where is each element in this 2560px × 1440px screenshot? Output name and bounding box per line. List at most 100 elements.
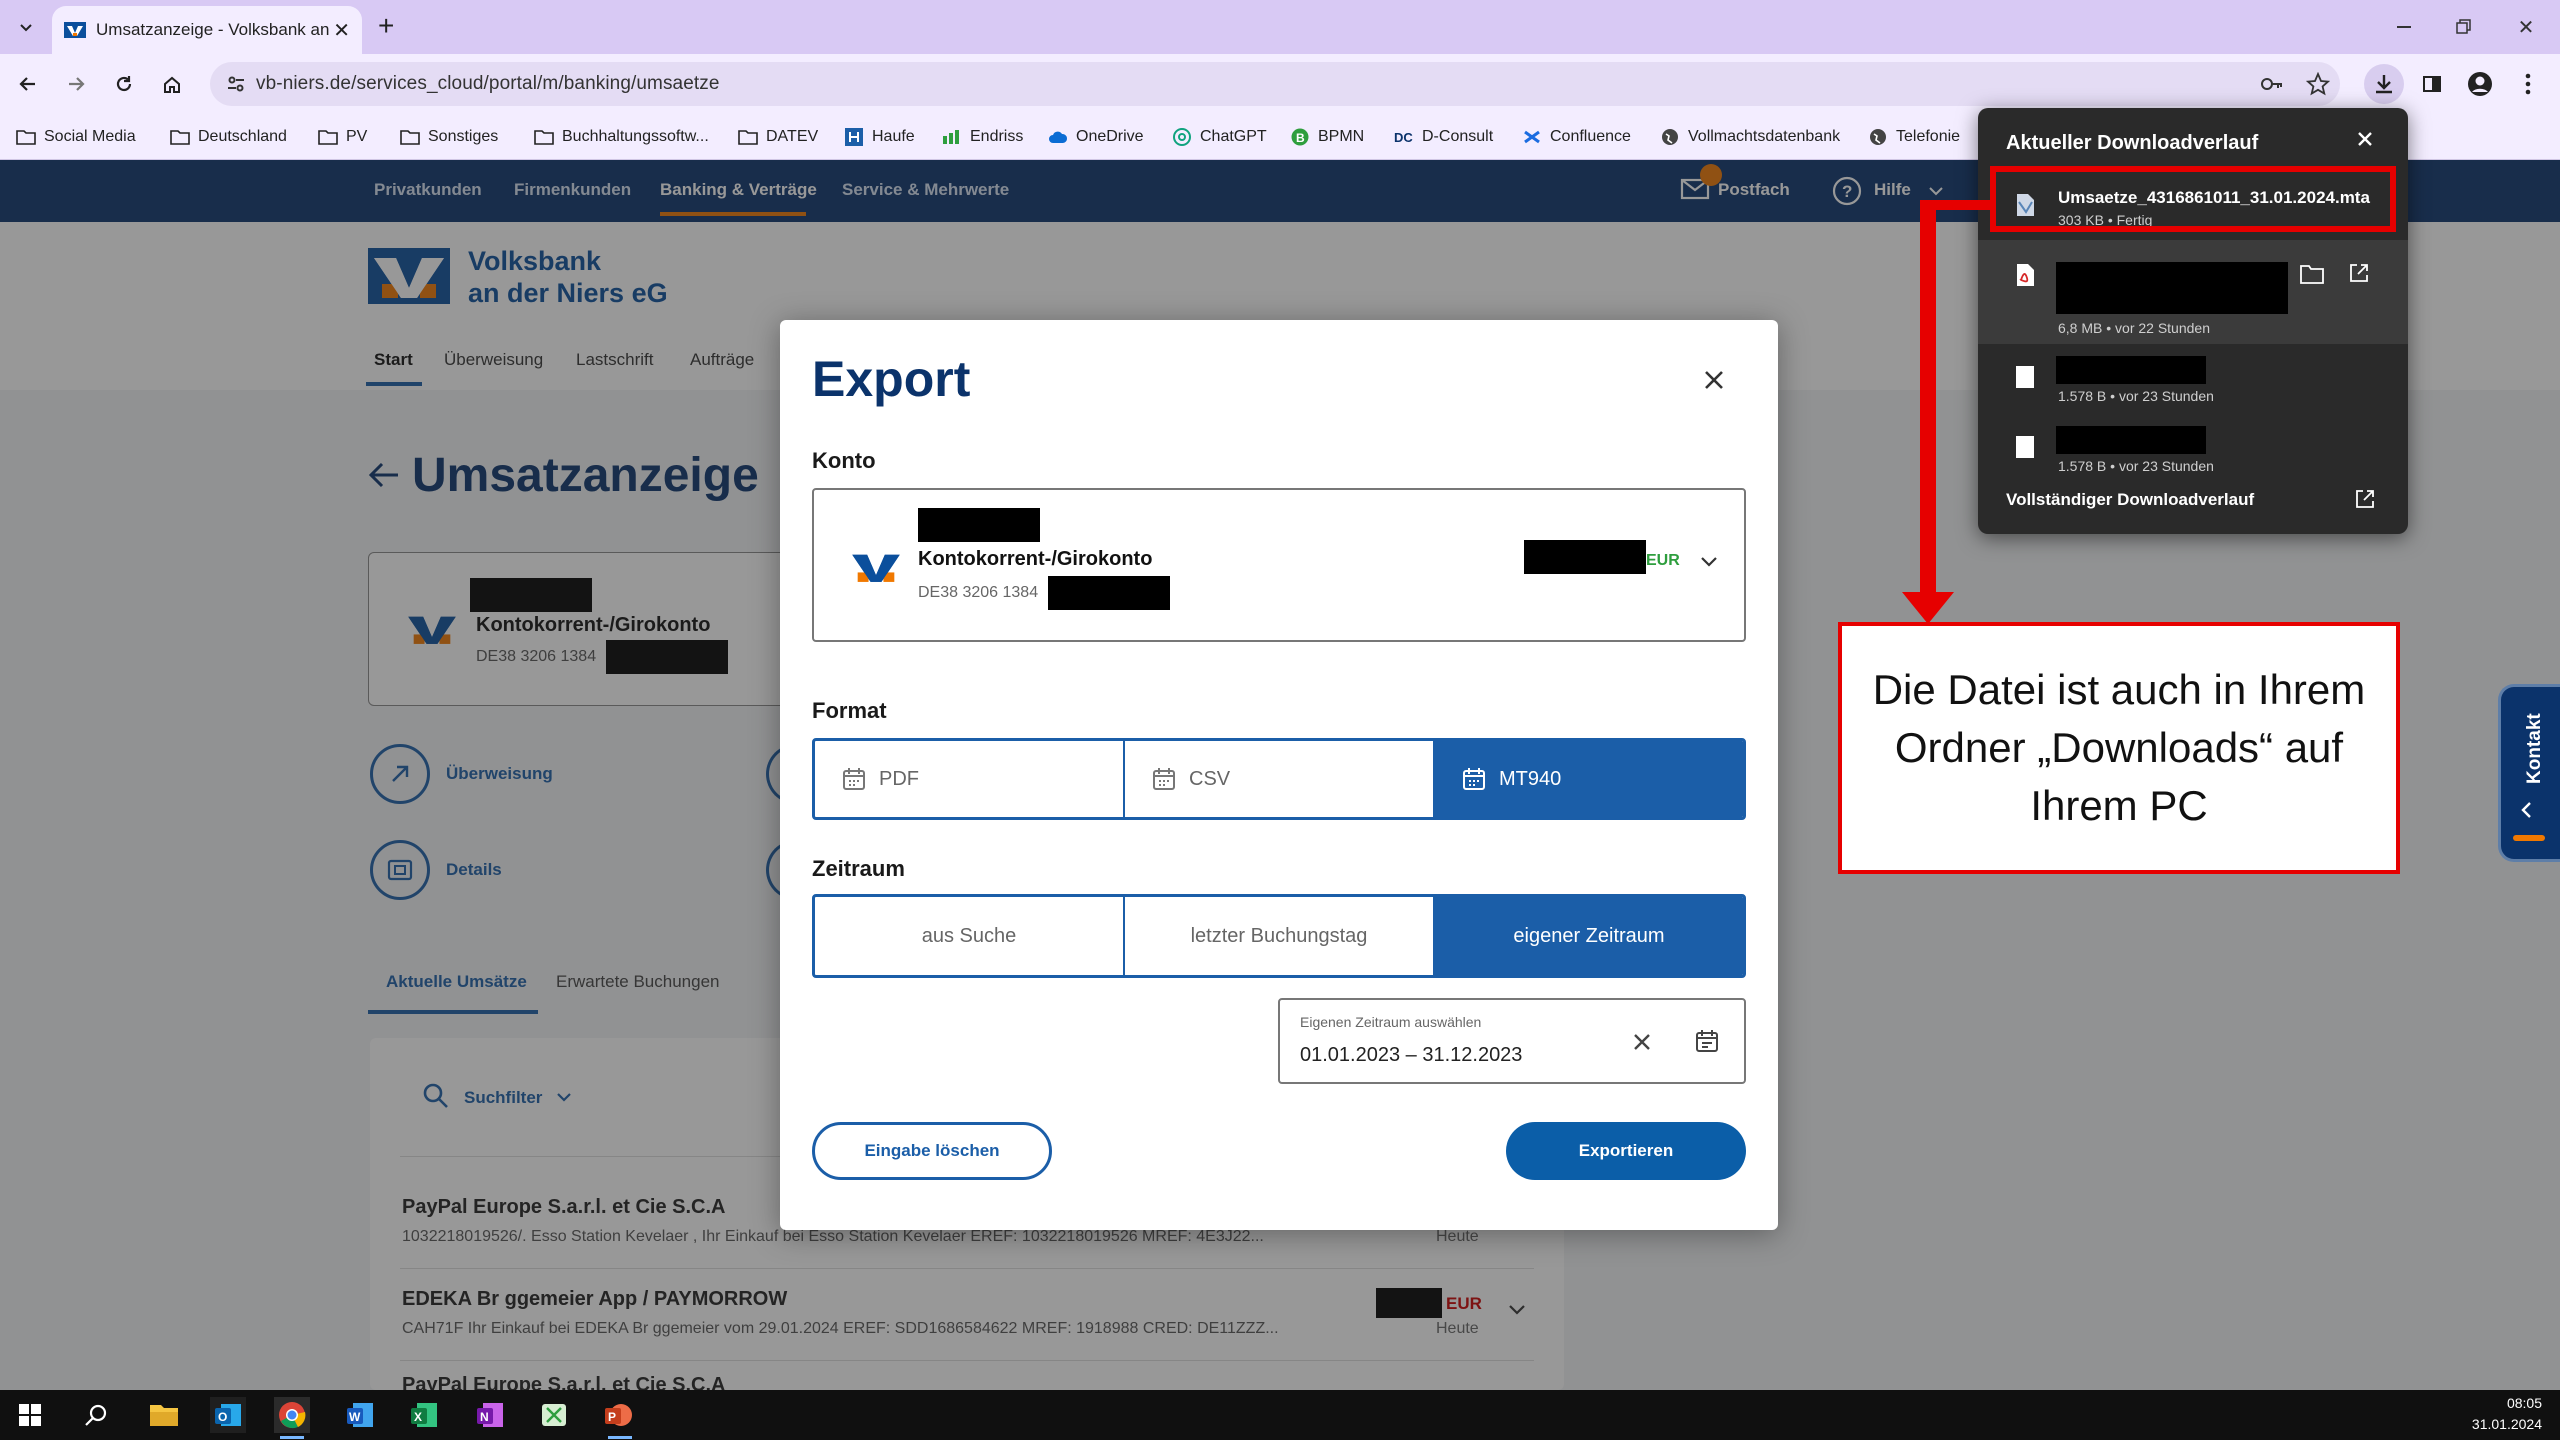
home-button[interactable] [152, 64, 192, 104]
side-panel-button[interactable] [2412, 64, 2452, 104]
export-button[interactable]: Exportieren [1506, 1122, 1746, 1180]
bookmark-confluence[interactable]: Confluence [1522, 122, 1631, 152]
bookmark-deutschland[interactable]: Deutschland [170, 122, 287, 152]
kontakt-indicator [2513, 835, 2545, 841]
close-window-button[interactable]: ✕ [2506, 12, 2546, 42]
side-panel-icon [2423, 76, 2441, 92]
dialog-title: Export [812, 351, 971, 407]
forward-button[interactable] [56, 64, 96, 104]
reload-button[interactable] [104, 64, 144, 104]
download-panel-close-icon[interactable] [2356, 130, 2374, 148]
redaction [2056, 426, 2206, 454]
volksbank-favicon-icon [64, 22, 86, 38]
download-item[interactable]: 1.578 B • vor 23 Stunden [1978, 348, 2408, 418]
snipping-tool-icon [542, 1404, 566, 1426]
format-option-mt940[interactable]: MT940 [1435, 741, 1743, 817]
dialog-close-icon[interactable] [1702, 368, 1726, 392]
taskbar-chrome[interactable] [274, 1397, 310, 1433]
bookmark-endriss[interactable]: Endriss [942, 122, 1023, 152]
account-chevron-icon[interactable] [1700, 556, 1718, 568]
arrow-right-icon [69, 77, 85, 91]
clear-date-icon[interactable] [1632, 1032, 1652, 1052]
calendar-icon [843, 768, 865, 790]
clock-date[interactable]: 31.01.2024 [2466, 1416, 2542, 1432]
format-option-pdf[interactable]: PDF [815, 741, 1125, 817]
tab-title: Umsatzanzeige - Volksbank an [96, 20, 330, 39]
globe-icon [1660, 127, 1680, 147]
excel-icon: X [411, 1403, 437, 1427]
account-type: Kontokorrent-/Girokonto [918, 548, 1153, 570]
taskbar-file-explorer[interactable] [146, 1397, 182, 1433]
redaction [2056, 356, 2206, 384]
bookmark-haufe[interactable]: Haufe [844, 122, 915, 152]
zeitraum-option-letzter-buchungstag[interactable]: letzter Buchungstag [1125, 897, 1435, 975]
start-button[interactable] [12, 1397, 48, 1433]
taskbar-onenote[interactable]: N [472, 1397, 508, 1433]
kontakt-tab[interactable]: Kontakt [2498, 684, 2560, 862]
account-currency: EUR [1646, 552, 1680, 569]
taskbar-powerpoint[interactable]: P [600, 1397, 636, 1433]
tab-search-button[interactable] [6, 8, 46, 46]
bookmark-buchhaltungssoftware[interactable]: Buchhaltungssoftw... [534, 122, 709, 152]
taskbar-search-button[interactable] [78, 1397, 114, 1433]
annotation-arrow [1902, 200, 1990, 624]
download-item[interactable]: 6,8 MB • vor 22 Stunden [1978, 240, 2408, 344]
menu-button[interactable] [2508, 64, 2548, 104]
bookmark-onedrive[interactable]: OneDrive [1048, 122, 1144, 152]
bookmark-vollmachtsdatenbank[interactable]: Vollmachtsdatenbank [1660, 122, 1840, 152]
zeitraum-option-aus-suche[interactable]: aus Suche [815, 897, 1125, 975]
address-bar[interactable]: vb-niers.de/services_cloud/portal/m/bank… [210, 62, 2340, 106]
taskbar-excel[interactable]: X [406, 1397, 442, 1433]
close-tab-icon[interactable]: ✕ [333, 18, 350, 43]
profile-button[interactable] [2460, 64, 2500, 104]
bookmark-d-consult[interactable]: DC D-Consult [1394, 122, 1493, 152]
konto-label: Konto [812, 448, 876, 473]
format-option-csv[interactable]: CSV [1125, 741, 1435, 817]
minimize-button[interactable] [2384, 12, 2424, 42]
powerpoint-icon: P [605, 1404, 632, 1426]
date-range-value[interactable]: 01.01.2023 – 31.12.2023 [1300, 1044, 1522, 1067]
calendar-picker-icon[interactable] [1694, 1028, 1720, 1054]
bookmark-star-icon[interactable] [2306, 72, 2330, 96]
full-download-history-link[interactable]: Vollständiger Downloadverlauf [2006, 490, 2254, 510]
bookmark-bpmn[interactable]: B BPMN [1290, 122, 1364, 152]
taskbar [0, 1390, 2560, 1440]
download-item[interactable]: 1.578 B • vor 23 Stunden [1978, 418, 2408, 488]
chatgpt-icon [1172, 127, 1192, 147]
back-button[interactable] [8, 64, 48, 104]
account-iban: DE38 3206 1384 [918, 584, 1039, 601]
profile-avatar-icon [2468, 72, 2492, 96]
zeitraum-option-eigener-zeitraum[interactable]: eigener Zeitraum [1435, 897, 1743, 975]
search-icon [85, 1404, 107, 1426]
taskbar-word[interactable]: W [342, 1397, 378, 1433]
open-external-icon[interactable] [2354, 488, 2376, 510]
zeitraum-segmented-control: aus Suche letzter Buchungstag eigener Ze… [812, 894, 1746, 978]
browser-tab[interactable]: Umsatzanzeige - Volksbank an ✕ [52, 6, 362, 54]
clock-time[interactable]: 08:05 [2496, 1395, 2542, 1411]
show-in-folder-icon[interactable] [2300, 264, 2324, 284]
bookmark-chatgpt[interactable]: ChatGPT [1172, 122, 1267, 152]
folder-icon [170, 127, 190, 147]
chevron-left-icon [2521, 802, 2531, 818]
key-icon[interactable] [2260, 74, 2284, 94]
redaction [1524, 540, 1646, 574]
taskbar-snipping-tool[interactable] [536, 1397, 572, 1433]
cloud-icon [1048, 127, 1068, 147]
bookmark-datev[interactable]: DATEV [738, 122, 818, 152]
bookmark-social-media[interactable]: Social Media [16, 122, 136, 152]
new-tab-button[interactable]: + [378, 10, 394, 42]
clear-input-button[interactable]: Eingabe löschen [812, 1122, 1052, 1180]
windows-logo-icon [19, 1404, 41, 1426]
bookmark-sonstiges[interactable]: Sonstiges [400, 122, 498, 152]
download-meta: 1.578 B • vor 23 Stunden [2058, 388, 2214, 404]
bookmark-telefonie[interactable]: Telefonie [1868, 122, 1960, 152]
svg-text:W: W [349, 1410, 361, 1424]
site-settings-icon[interactable] [226, 74, 246, 94]
downloads-button[interactable] [2364, 64, 2404, 104]
taskbar-outlook[interactable]: O [210, 1397, 246, 1433]
date-range-field[interactable] [1278, 998, 1746, 1084]
svg-text:X: X [414, 1410, 422, 1424]
open-external-icon[interactable] [2348, 262, 2370, 284]
bookmark-pv[interactable]: PV [318, 122, 367, 152]
restore-button[interactable] [2444, 12, 2484, 42]
